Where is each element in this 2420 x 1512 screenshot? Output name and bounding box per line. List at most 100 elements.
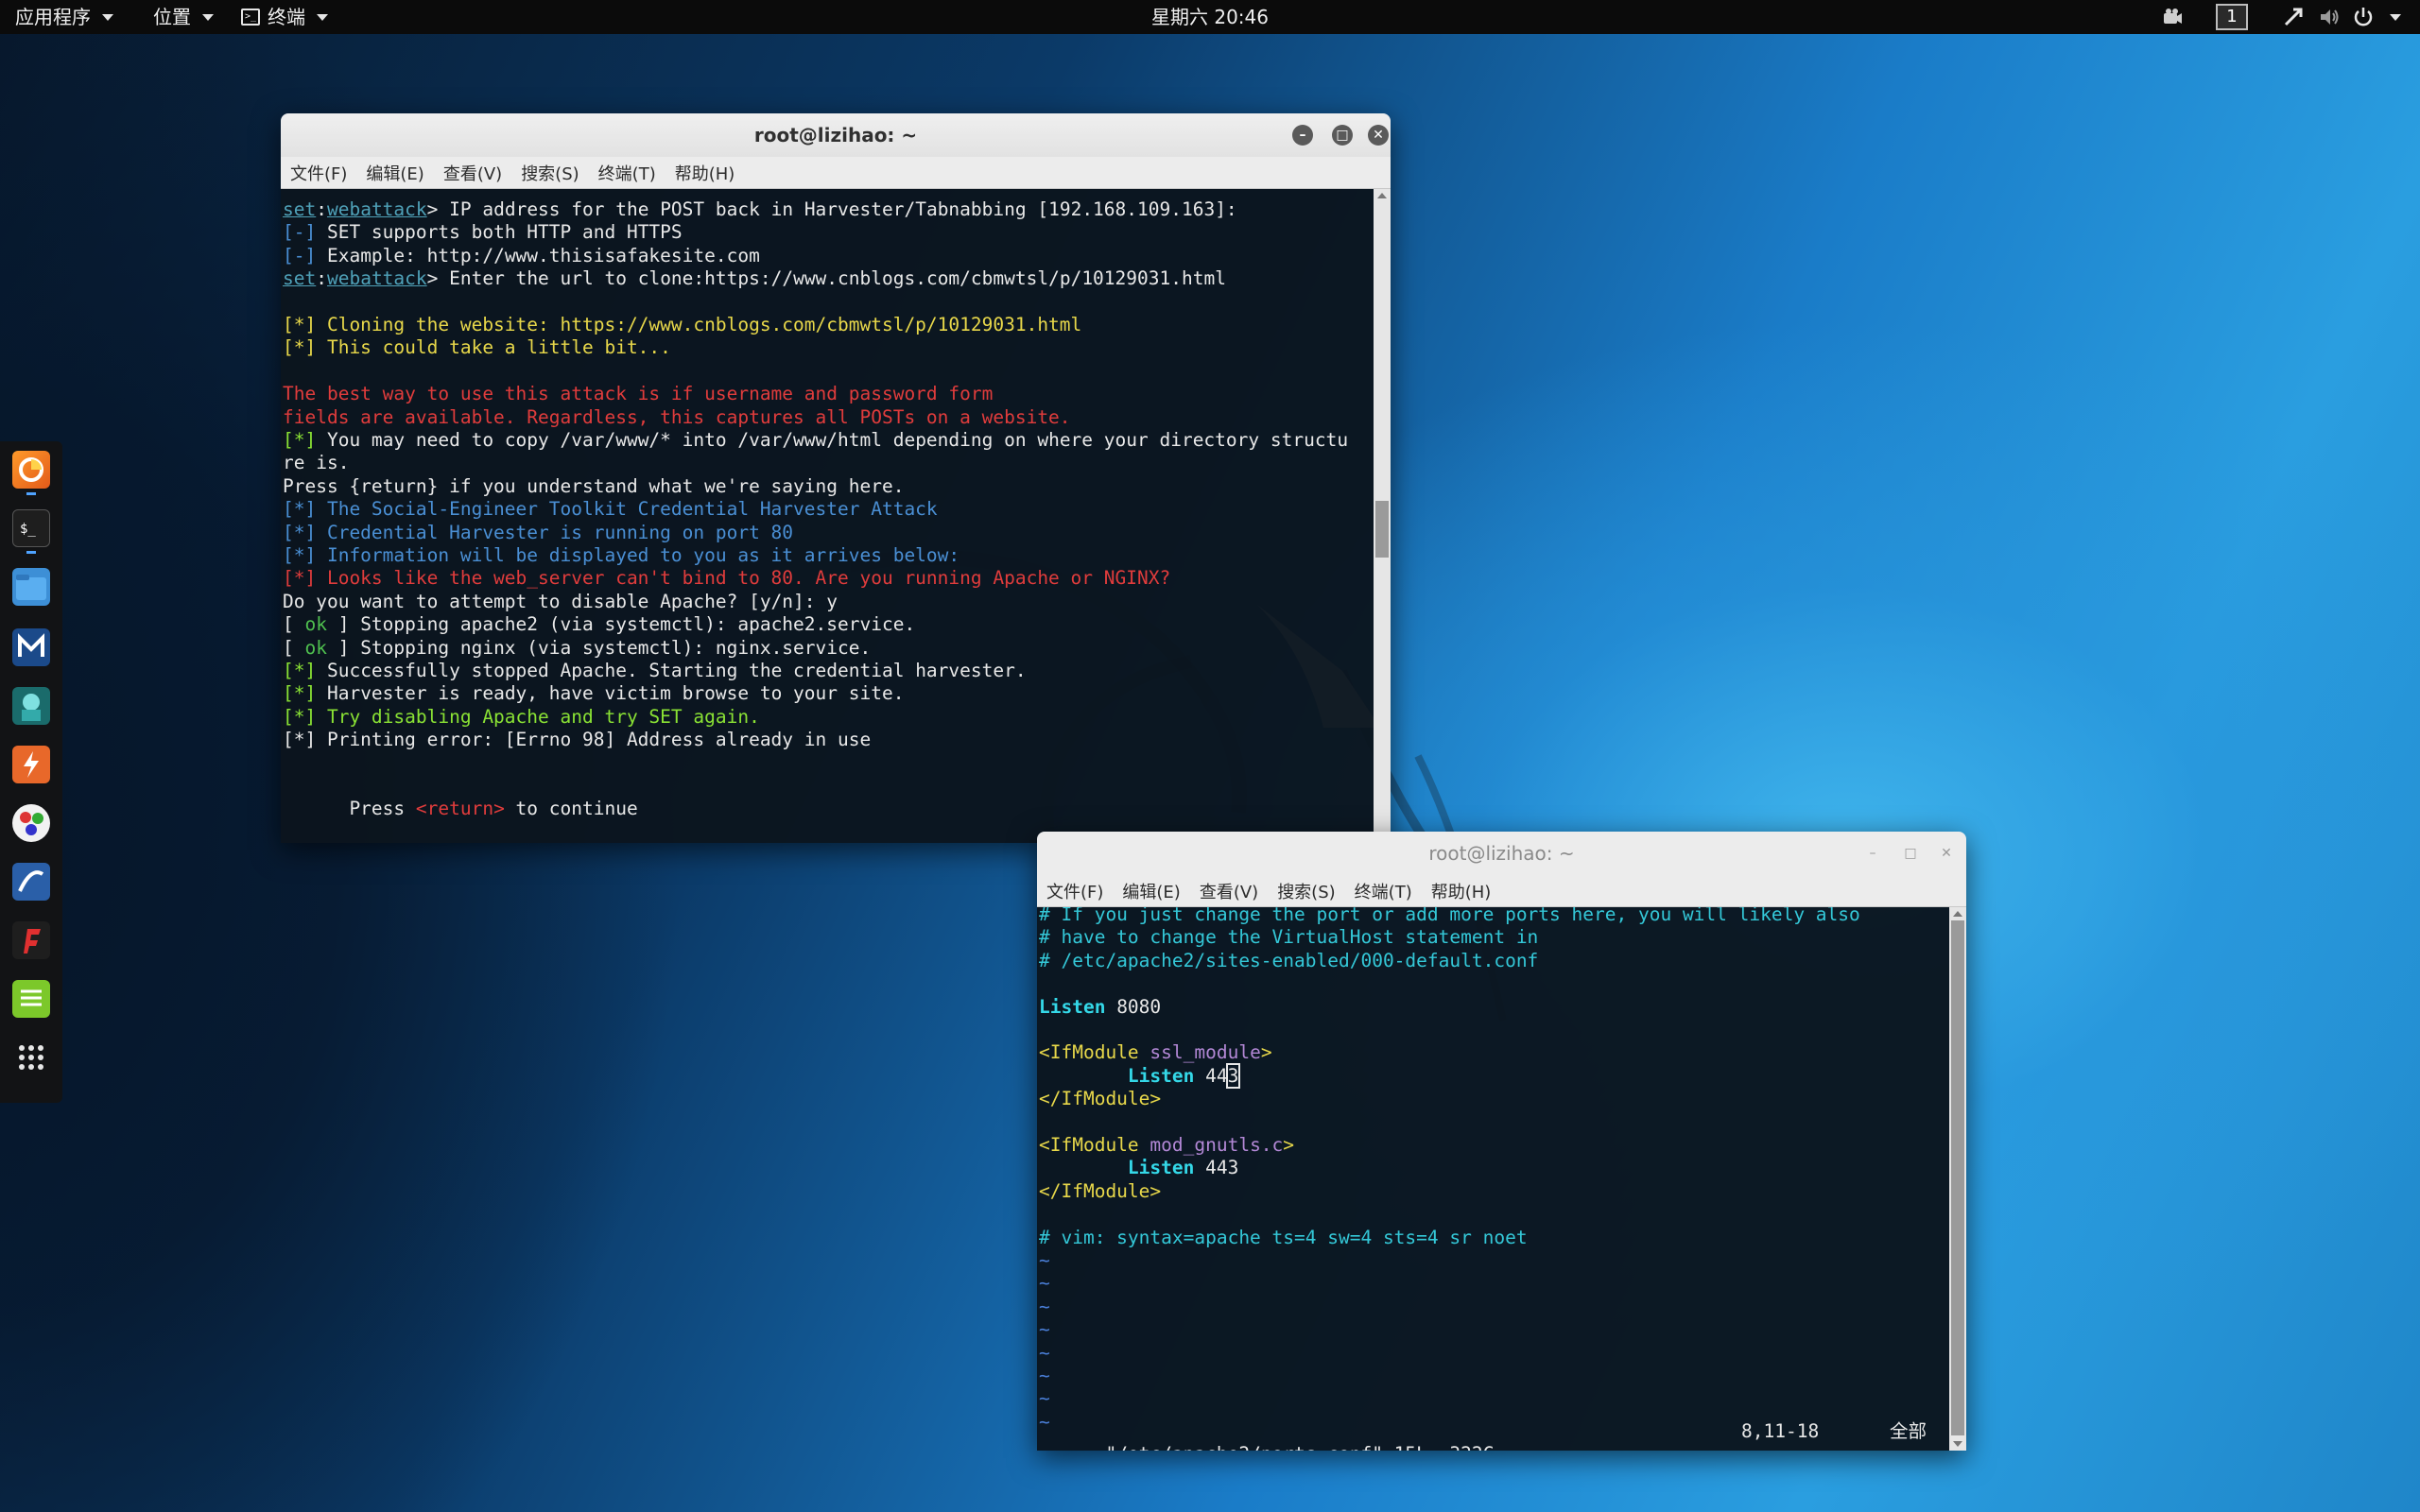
vim-status-line: "/etc/apache2/ports.conf" 15L, 322C	[1039, 1420, 1494, 1451]
notes-icon[interactable]	[12, 980, 50, 1018]
terminal-line: ~	[1039, 1411, 1050, 1434]
terminal-text-segment: [*]	[283, 682, 317, 705]
terminal-text-segment: fields are available. Regardless, this c…	[283, 405, 1071, 428]
volume-icon[interactable]	[2318, 6, 2341, 28]
minimize-icon[interactable]: –	[1862, 843, 1883, 864]
dock: $_	[0, 441, 62, 1103]
burpsuite-icon[interactable]	[12, 746, 50, 783]
menu-search[interactable]: 搜索(S)	[1277, 879, 1335, 903]
menu-view[interactable]: 查看(V)	[443, 161, 502, 185]
running-indicator	[26, 492, 36, 495]
scrollbar[interactable]	[1374, 189, 1391, 843]
files-icon[interactable]	[12, 568, 50, 606]
terminal-text-segment: ~	[1039, 1249, 1050, 1271]
terminal-text-segment: </IfModule>	[1039, 1179, 1162, 1202]
power-icon[interactable]	[2352, 6, 2375, 28]
terminal-text-segment: ok	[304, 613, 327, 636]
terminal-line: [*] Successfully stopped Apache. Startin…	[283, 660, 1027, 682]
clock[interactable]: 星期六 20:46	[0, 0, 2420, 34]
terminal-window-set[interactable]: root@lizihao: ~ – □ ✕ 文件(F) 编辑(E) 查看(V) …	[281, 113, 1391, 843]
metasploit-icon[interactable]	[12, 628, 50, 666]
scroll-up-icon[interactable]	[1377, 193, 1387, 198]
scroll-down-icon[interactable]	[1953, 1441, 1962, 1447]
faraday-icon[interactable]	[12, 921, 50, 959]
close-icon[interactable]: ✕	[1368, 125, 1389, 146]
scroll-up-icon[interactable]	[1953, 911, 1962, 917]
terminal-line: [*] The Social-Engineer Toolkit Credenti…	[283, 498, 938, 521]
terminal-line: ~	[1039, 1296, 1050, 1318]
terminal-line: set:webattack> Enter the url to clone:ht…	[283, 267, 1226, 290]
menu-file[interactable]: 文件(F)	[1046, 879, 1103, 903]
maximize-icon[interactable]: □	[1332, 125, 1353, 146]
terminal-output[interactable]: set:webattack> IP address for the POST b…	[281, 189, 1374, 843]
beef-icon[interactable]	[12, 863, 50, 901]
terminal-line: ~	[1039, 1342, 1050, 1365]
minimize-icon[interactable]: –	[1292, 125, 1313, 146]
menu-file[interactable]: 文件(F)	[290, 161, 347, 185]
close-icon[interactable]: ✕	[1936, 843, 1957, 864]
terminal-text-segment: ~	[1039, 1295, 1050, 1317]
terminal-line: The best way to use this attack is if us…	[283, 383, 993, 405]
system-menu-chevron-icon[interactable]	[2390, 14, 2401, 21]
menu-help[interactable]: 帮助(H)	[1431, 879, 1492, 903]
top-bar: 应用程序 位置 >_ 终端 星期六 20:46 1	[0, 0, 2420, 34]
menu-edit[interactable]: 编辑(E)	[1122, 879, 1180, 903]
terminal-text-segment: ~	[1039, 1318, 1050, 1341]
window-titlebar[interactable]: root@lizihao: ~ – □ ✕	[1037, 832, 1966, 875]
terminal-text-segment: Listen	[1127, 1157, 1195, 1179]
terminal-text-segment: > Enter the url to clone:https://www.cnb…	[426, 267, 1226, 290]
app-grid-icon[interactable]	[12, 1039, 50, 1076]
menu-help[interactable]: 帮助(H)	[675, 161, 735, 185]
menu-search[interactable]: 搜索(S)	[521, 161, 579, 185]
camera-icon[interactable]	[2161, 6, 2184, 28]
terminal-text-segment: [*]	[283, 429, 317, 451]
terminal-line: [ ok ] Stopping apache2 (via systemctl):…	[283, 613, 915, 636]
terminal-icon[interactable]: $_	[12, 509, 50, 547]
network-icon[interactable]	[2282, 6, 2305, 28]
terminal-line: ~	[1039, 1387, 1050, 1410]
terminal-text-segment: # vim: syntax=apache ts=4 sw=4 sts=4 sr …	[1039, 1226, 1528, 1248]
terminal-window-vim[interactable]: root@lizihao: ~ – □ ✕ 文件(F) 编辑(E) 查看(V) …	[1037, 832, 1966, 1451]
terminal-text-segment: Harvester is ready, have victim browse t…	[316, 682, 905, 705]
window-title: root@lizihao: ~	[1428, 842, 1575, 865]
firefox-icon[interactable]	[12, 451, 50, 489]
terminal-text-segment: ] Stopping nginx (via systemctl): nginx.…	[326, 636, 872, 659]
terminal-line: set:webattack> IP address for the POST b…	[283, 198, 1237, 221]
terminal-line: [ ok ] Stopping nginx (via systemctl): n…	[283, 637, 871, 660]
terminal-text-segment: ~	[1039, 1341, 1050, 1364]
scroll-thumb[interactable]	[1375, 501, 1389, 558]
terminal-text-segment: <IfModule	[1039, 1041, 1150, 1064]
terminal-line: # If you just change the port or add mor…	[1039, 907, 1860, 926]
terminal-text-segment: re is.	[283, 452, 350, 474]
vim-status-file: "/etc/apache2/ports.conf" 15L, 322C	[1105, 1443, 1494, 1451]
window-titlebar[interactable]: root@lizihao: ~ – □ ✕	[281, 113, 1391, 157]
terminal-line: </IfModule>	[1039, 1180, 1161, 1203]
menu-bar: 文件(F) 编辑(E) 查看(V) 搜索(S) 终端(T) 帮助(H)	[1037, 875, 1966, 907]
terminal-text-segment: # If you just change the port or add mor…	[1039, 907, 1860, 925]
terminal-text-segment: webattack	[326, 267, 427, 290]
vim-scroll-position: 全部	[1890, 1420, 1927, 1442]
scroll-thumb[interactable]	[1951, 920, 1964, 1435]
armitage-icon[interactable]	[12, 687, 50, 725]
terminal-line: # have to change the VirtualHost stateme…	[1039, 926, 1538, 949]
terminal-text-segment: 8080	[1105, 995, 1162, 1018]
menu-terminal[interactable]: 终端(T)	[598, 161, 656, 185]
terminal-text-segment: [*] Printing error: [Errno 98] Address a…	[283, 729, 872, 751]
terminal-text-segment: SET supports both HTTP and HTTPS	[316, 221, 683, 244]
menu-view[interactable]: 查看(V)	[1200, 879, 1258, 903]
workspace-indicator[interactable]: 1	[2216, 4, 2248, 30]
terminal-text-segment: </IfModule>	[1039, 1088, 1162, 1110]
terminal-text-segment: # have to change the VirtualHost stateme…	[1039, 926, 1539, 949]
menu-terminal[interactable]: 终端(T)	[1355, 879, 1412, 903]
scrollbar[interactable]	[1949, 907, 1966, 1451]
vim-editor[interactable]: "/etc/apache2/ports.conf" 15L, 322C 8,11…	[1037, 907, 1949, 1451]
menu-edit[interactable]: 编辑(E)	[366, 161, 424, 185]
text-cursor: 3	[1225, 1062, 1241, 1089]
terminal-text-segment: >	[1260, 1041, 1272, 1064]
maltego-icon[interactable]	[12, 804, 50, 842]
terminal-line: re is.	[283, 452, 349, 474]
terminal-text-segment: ~	[1039, 1410, 1050, 1433]
maximize-icon[interactable]: □	[1900, 843, 1921, 864]
